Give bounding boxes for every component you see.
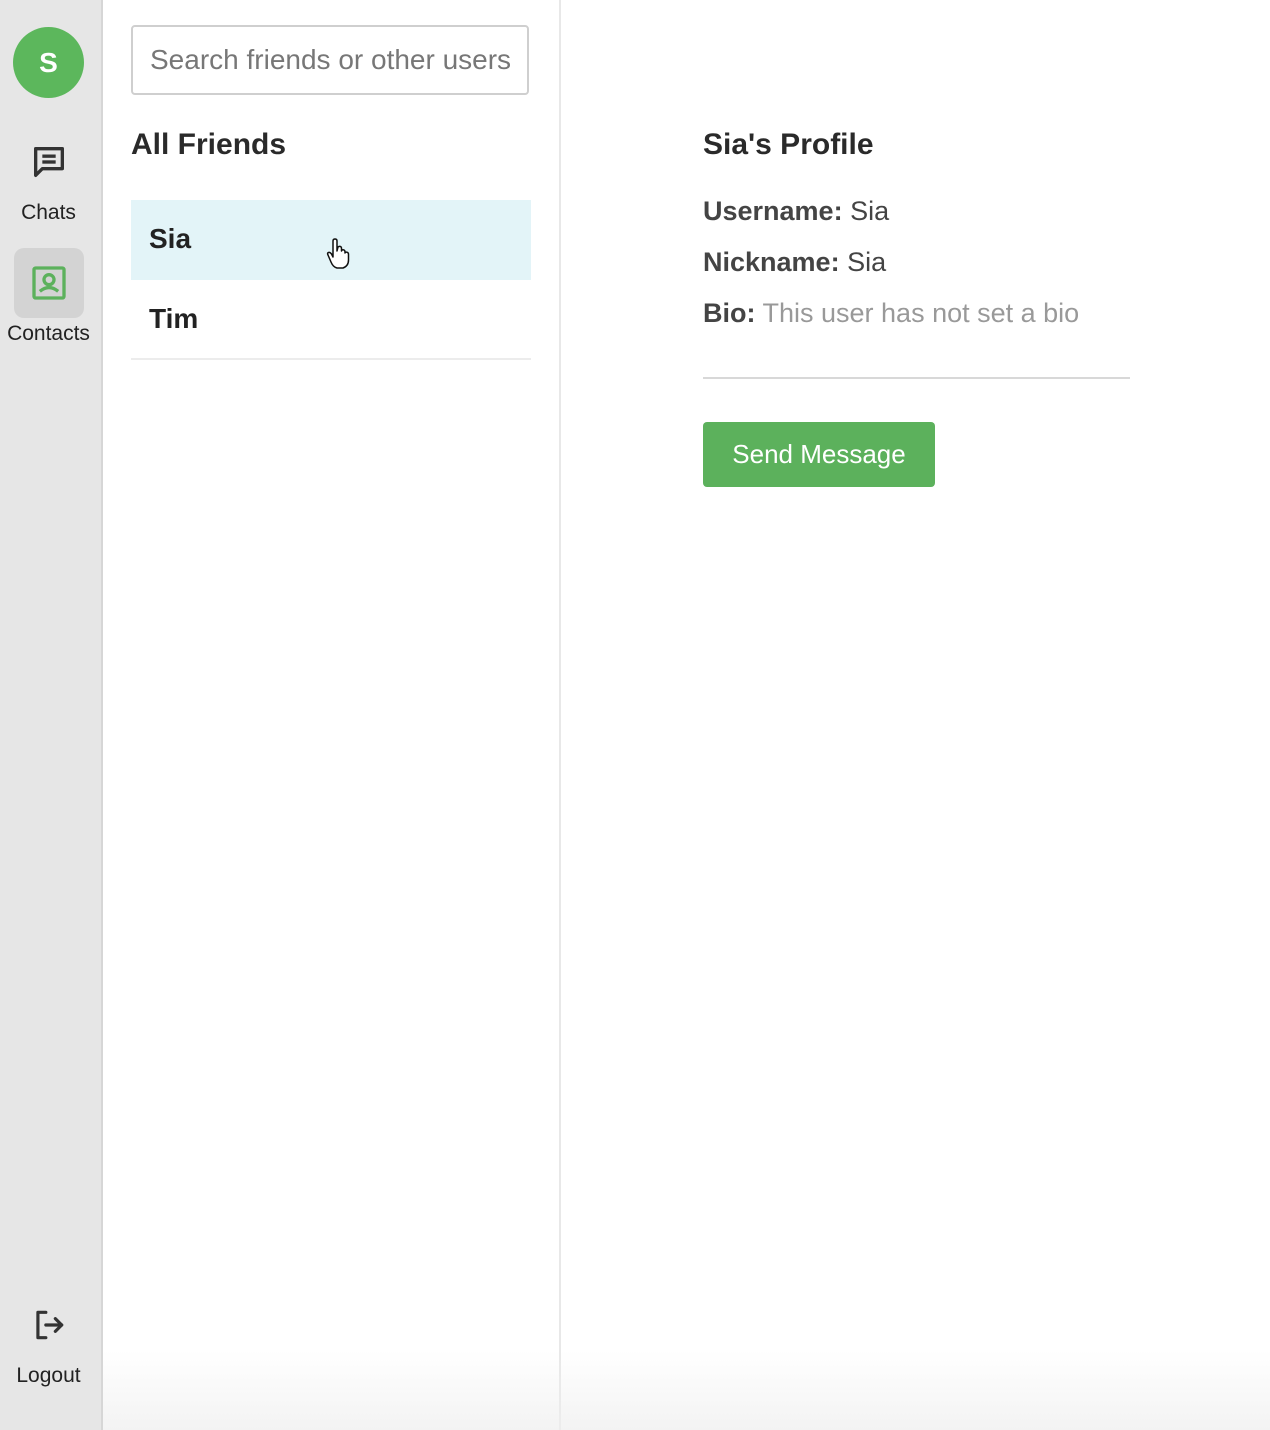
send-message-button[interactable]: Send Message: [703, 422, 935, 487]
nav-item-contacts[interactable]: Contacts: [0, 248, 97, 346]
bio-label: Bio:: [703, 298, 756, 328]
nav-item-chats[interactable]: Chats: [0, 127, 97, 225]
profile-bio-row: Bio: This user has not set a bio: [703, 298, 1079, 329]
logout-icon: [14, 1290, 84, 1360]
bio-value: This user has not set a bio: [762, 298, 1080, 328]
nav-label-contacts: Contacts: [7, 322, 90, 345]
username-label: Username:: [703, 196, 843, 226]
profile-title: Sia's Profile: [703, 128, 874, 161]
friend-name: Sia: [149, 223, 192, 254]
profile-username-row: Username: Sia: [703, 196, 889, 227]
chat-bubble-icon: [14, 127, 84, 197]
sidebar-rail: S Chats Contacts Logout: [0, 0, 103, 1430]
friends-panel: All Friends Sia Tim: [103, 0, 561, 1430]
profile-panel: Sia's Profile Username: Sia Nickname: Si…: [561, 0, 1270, 1430]
contact-card-icon: [13, 248, 84, 318]
friends-section-title: All Friends: [131, 128, 287, 161]
friend-list: Sia Tim: [131, 200, 531, 360]
avatar[interactable]: S: [13, 27, 84, 98]
username-value: Sia: [850, 196, 890, 226]
profile-divider: [703, 377, 1130, 379]
pointer-cursor-icon: [325, 238, 353, 277]
nav-label-logout: Logout: [16, 1364, 81, 1387]
search-input[interactable]: [131, 25, 529, 95]
friend-item[interactable]: Tim: [131, 280, 531, 360]
friend-item[interactable]: Sia: [131, 200, 531, 280]
nickname-value: Sia: [847, 247, 887, 277]
friend-name: Tim: [149, 303, 199, 334]
nav-item-logout[interactable]: Logout: [0, 1290, 97, 1388]
profile-nickname-row: Nickname: Sia: [703, 247, 886, 278]
nickname-label: Nickname:: [703, 247, 840, 277]
nav-label-chats: Chats: [21, 201, 76, 224]
